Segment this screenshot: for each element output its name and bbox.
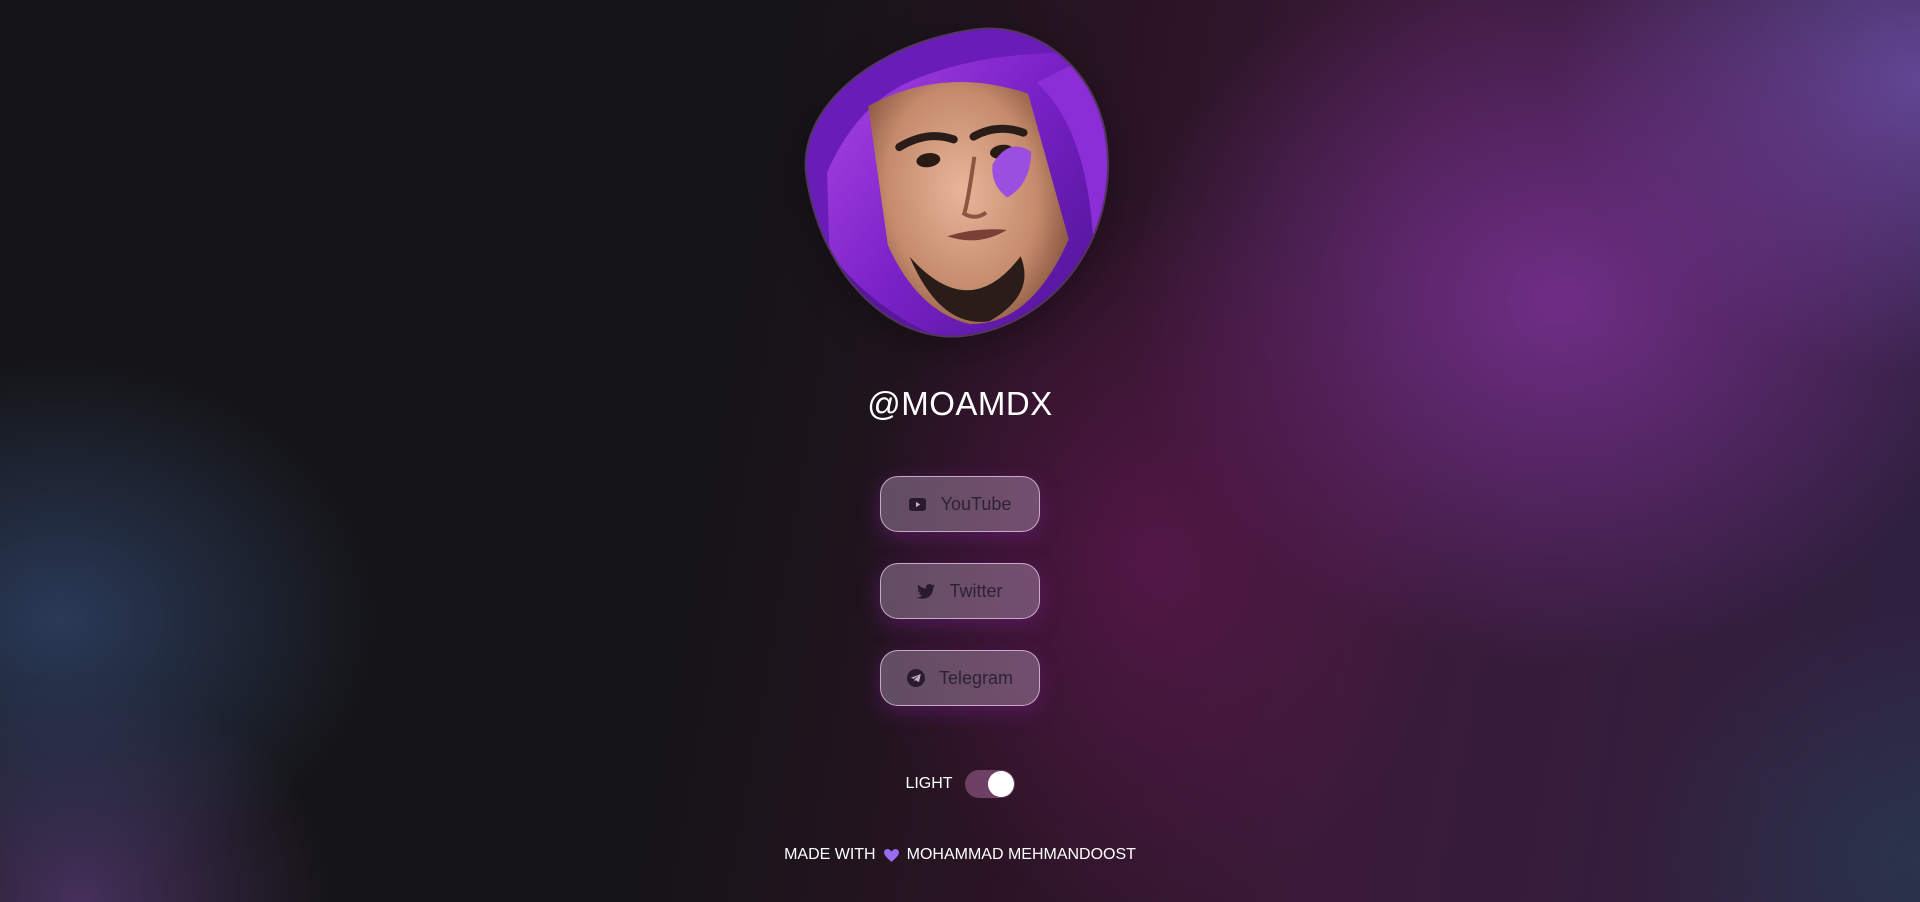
links-list: YouTube Twitter Telegram — [880, 476, 1040, 737]
twitter-icon — [917, 582, 936, 600]
footer: MADE WITH MOHAMMAD MEHMANDOOST — [0, 846, 1920, 864]
profile-handle: @MOAMDX — [867, 385, 1053, 422]
theme-toggle[interactable] — [964, 770, 1015, 798]
heart-icon — [883, 848, 899, 862]
twitter-link-button[interactable]: Twitter — [880, 563, 1040, 619]
theme-label: LIGHT — [905, 775, 953, 792]
telegram-link-button[interactable]: Telegram — [880, 650, 1040, 706]
twitter-link-label: Twitter — [949, 580, 1003, 601]
youtube-icon — [909, 495, 927, 513]
footer-made-with: MADE WITH — [784, 846, 876, 863]
telegram-link-label: Telegram — [938, 667, 1014, 688]
toggle-knob — [987, 771, 1014, 797]
youtube-link-label: YouTube — [940, 493, 1012, 514]
theme-switcher: LIGHT — [0, 770, 1920, 798]
avatar — [790, 14, 1130, 354]
footer-author: MOHAMMAD MEHMANDOOST — [906, 846, 1136, 863]
youtube-link-button[interactable]: YouTube — [880, 476, 1040, 532]
telegram-icon — [906, 669, 925, 687]
